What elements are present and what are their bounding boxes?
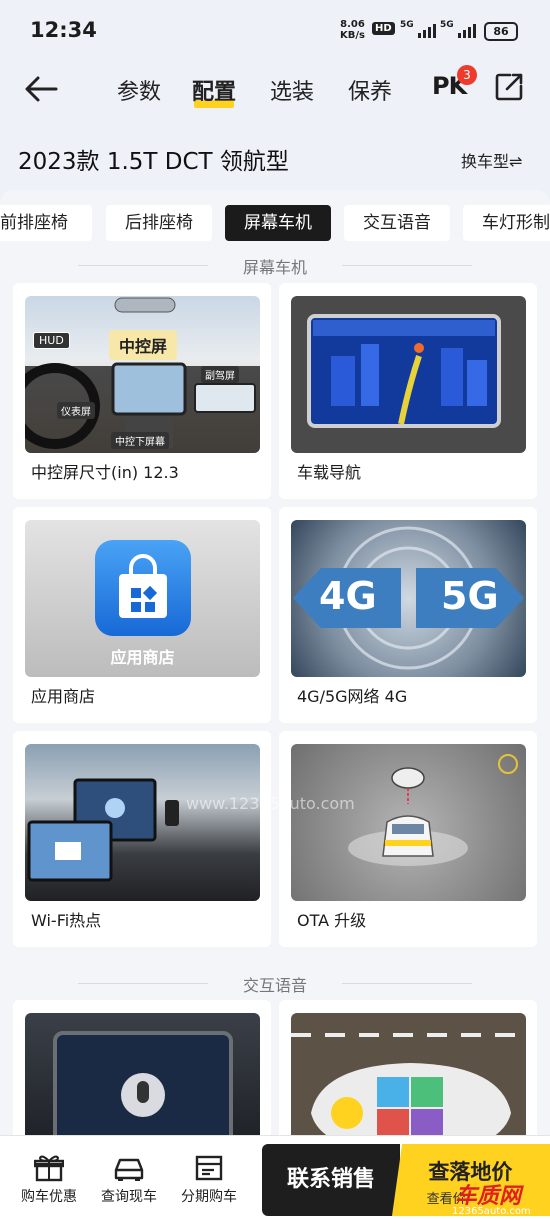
card-caption: 车载导航 <box>297 463 362 482</box>
battery-icon: 86 <box>484 22 518 41</box>
card-voice-2[interactable] <box>279 1000 537 1135</box>
tab-config[interactable]: 配置 <box>192 74 236 108</box>
network-speed: 8.06 KB/s <box>340 19 365 41</box>
status-bar: 12:34 8.06 KB/s HD 5G 5G 86 <box>0 0 550 60</box>
brand-url: 12365auto.com <box>452 1206 531 1217</box>
tab-options[interactable]: 选装 <box>270 74 314 106</box>
network-image: 4G 5G <box>291 520 526 677</box>
card-caption: 4G/5G网络 4G <box>297 687 408 706</box>
card-caption: OTA 升级 <box>297 911 367 930</box>
contact-sales-button[interactable]: 联系销售 <box>262 1144 400 1216</box>
app-store-image: 应用商店 <box>25 520 260 677</box>
hd-icon: HD <box>372 22 395 35</box>
card-ota[interactable]: OTA 升级 <box>279 731 537 947</box>
section-title-screen: 屏幕车机 <box>0 254 550 278</box>
share-icon[interactable] <box>494 72 524 102</box>
voice-image-2 <box>291 1013 526 1135</box>
card-center-screen[interactable]: HUD 中控屏 副驾屏 仪表屏 中控下屏幕 中控屏尺寸(in) 12.3 <box>13 283 271 499</box>
center-screen-label: 中控屏 <box>109 330 178 360</box>
cluster-label: 仪表屏 <box>57 402 95 419</box>
card-caption: Wi-Fi热点 <box>31 911 102 930</box>
card-wifi[interactable]: Wi-Fi热点 <box>13 731 271 947</box>
navigation-image <box>291 296 526 453</box>
tab-params[interactable]: 参数 <box>117 74 161 106</box>
car-icon <box>114 1158 144 1181</box>
model-title: 2023款 1.5T DCT 领航型 <box>18 149 289 175</box>
chip-front-seats[interactable]: 前排座椅 <box>0 205 92 241</box>
hud-label: HUD <box>33 332 70 349</box>
back-arrow-icon[interactable] <box>24 74 60 104</box>
switch-model-button[interactable]: 换车型⇌ <box>461 148 522 172</box>
signal-icon: 5G <box>400 20 436 38</box>
gift-icon <box>34 1155 64 1182</box>
ota-image <box>291 744 526 901</box>
center-screen-image: HUD 中控屏 副驾屏 仪表屏 中控下屏幕 <box>25 296 260 453</box>
installment-button[interactable]: 分期购车 <box>169 1154 249 1206</box>
card-app-store[interactable]: 应用商店 应用商店 <box>13 507 271 723</box>
app-store-label: 应用商店 <box>110 648 175 667</box>
signal-icon: 5G <box>440 20 476 38</box>
card-navigation[interactable]: 车载导航 <box>279 283 537 499</box>
watermark: www.12365auto.com <box>186 794 355 813</box>
pk-count-badge: 3 <box>457 65 477 85</box>
card-voice-1[interactable] <box>13 1000 271 1135</box>
card-caption: 应用商店 <box>31 687 96 706</box>
installment-icon <box>195 1155 223 1181</box>
chip-lights[interactable]: 车灯形制 <box>463 205 550 241</box>
label-4g: 4G <box>319 574 377 618</box>
chip-rear-seats[interactable]: 后排座椅 <box>106 205 212 241</box>
chip-voice[interactable]: 交互语音 <box>344 205 450 241</box>
label-5g: 5G <box>441 574 499 618</box>
tab-maintenance[interactable]: 保养 <box>348 74 392 106</box>
check-stock-button[interactable]: 查询现车 <box>89 1154 169 1206</box>
app-store-icon <box>95 540 191 636</box>
chip-screen[interactable]: 屏幕车机 <box>225 205 331 241</box>
section-title-voice: 交互语音 <box>0 972 550 996</box>
config-panel: 前排座椅 后排座椅 屏幕车机 交互语音 车灯形制 屏幕车机 HUD 中控屏 副驾… <box>0 190 550 1135</box>
card-network[interactable]: 4G 5G 4G/5G网络 4G <box>279 507 537 723</box>
top-nav: 参数 配置 选装 保养 PK 3 <box>0 60 550 120</box>
wifi-image <box>25 744 260 901</box>
lower-screen-label: 中控下屏幕 <box>111 432 169 449</box>
card-caption: 中控屏尺寸(in) 12.3 <box>31 463 179 482</box>
passenger-screen-label: 副驾屏 <box>201 366 239 383</box>
clock: 12:34 <box>30 18 97 42</box>
voice-image-1 <box>25 1013 260 1135</box>
category-chips: 前排座椅 后排座椅 屏幕车机 交互语音 车灯形制 <box>0 205 550 241</box>
purchase-offer-button[interactable]: 购车优惠 <box>9 1154 89 1206</box>
